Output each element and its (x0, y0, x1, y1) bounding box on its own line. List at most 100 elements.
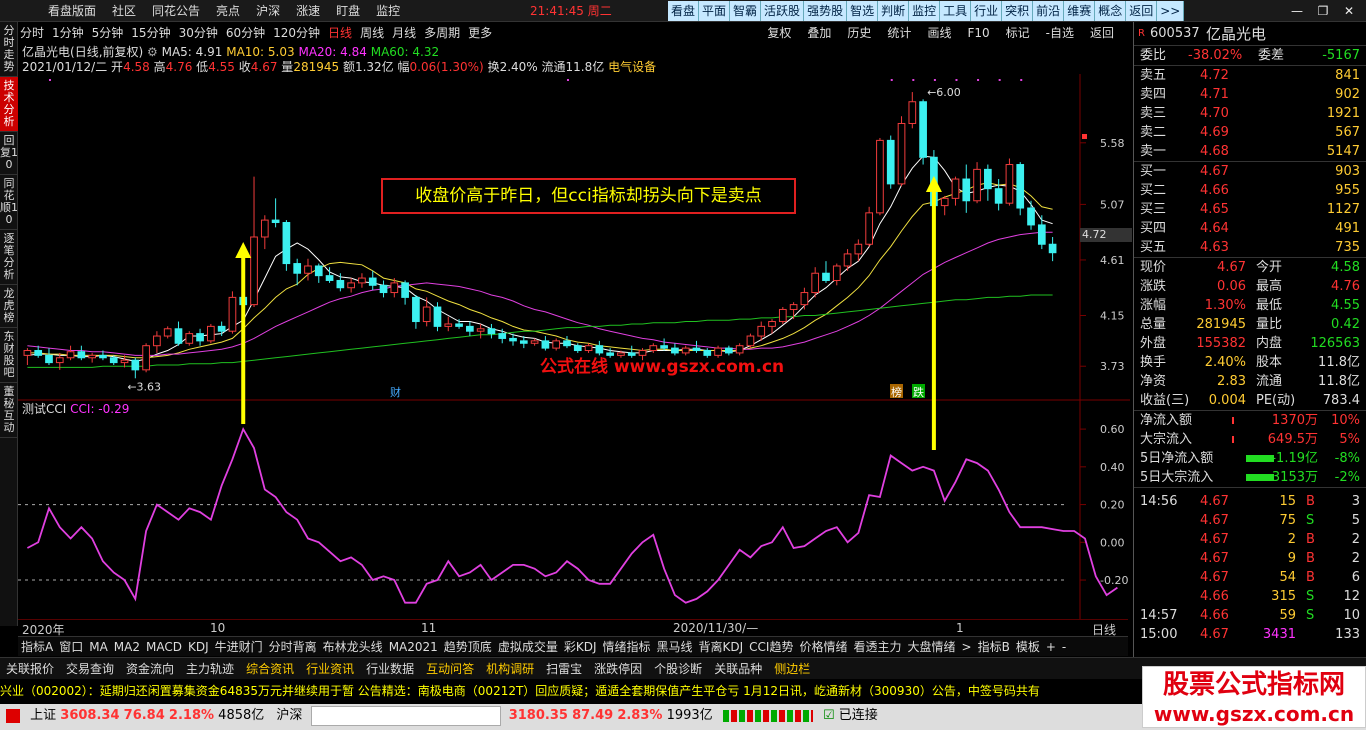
indicator-tab[interactable]: 背离KDJ (699, 640, 744, 654)
indicator-tab[interactable]: 情绪指标 (602, 640, 650, 654)
menu-item[interactable]: 监控 (368, 0, 408, 22)
chart-tool-button[interactable]: 统计 (887, 26, 911, 40)
indicator-tab[interactable]: 大盘情绪 (908, 640, 956, 654)
period-tab[interactable]: 5分钟 (92, 26, 124, 40)
side-tab[interactable]: 逐笔分析 (0, 230, 18, 285)
chart-tool-button[interactable]: 历史 (847, 26, 871, 40)
die-mark[interactable]: 跌 (913, 385, 924, 399)
period-tab[interactable]: 15分钟 (131, 26, 170, 40)
quick-button[interactable]: 智选 (847, 1, 879, 21)
bottom-tab[interactable]: 综合资讯 (240, 662, 300, 676)
period-tab[interactable]: 120分钟 (273, 26, 320, 40)
menu-item[interactable]: 同花公告 (144, 0, 208, 22)
bottom-tab[interactable]: 资金流向 (120, 662, 180, 676)
bottom-tab[interactable]: 个股诊断 (648, 662, 708, 676)
bottom-tab[interactable]: 涨跌停因 (588, 662, 648, 676)
indicator-tab[interactable]: KDJ (188, 640, 209, 654)
bottom-tab[interactable]: 机构调研 (480, 662, 540, 676)
bottom-tab[interactable]: 关联报价 (0, 662, 60, 676)
chart-tool-button[interactable]: 画线 (927, 26, 951, 40)
chart-tool-button[interactable]: -自选 (1046, 26, 1074, 40)
indicator-tab[interactable]: 窗口 (59, 640, 83, 654)
period-tab[interactable]: 60分钟 (226, 26, 265, 40)
indicator-tab[interactable]: > (962, 640, 972, 654)
menu-item[interactable]: 沪深 (248, 0, 288, 22)
menu-item[interactable]: 社区 (104, 0, 144, 22)
menu-item[interactable]: 涨速 (288, 0, 328, 22)
period-tab[interactable]: 30分钟 (179, 26, 218, 40)
period-tab[interactable]: 更多 (468, 26, 492, 40)
side-tab[interactable]: 分时走势 (0, 22, 18, 77)
quick-button[interactable]: >> (1157, 1, 1185, 21)
quick-button[interactable]: 工具 (940, 1, 972, 21)
indicator-tab[interactable]: - (1062, 640, 1066, 654)
bottom-tab[interactable]: 主力轨迹 (180, 662, 240, 676)
menu-item[interactable]: 亮点 (208, 0, 248, 22)
period-tab[interactable]: 月线 (392, 26, 416, 40)
side-tab[interactable]: 龙虎榜 (0, 285, 18, 328)
indicator-tab[interactable]: MA2021 (389, 640, 438, 654)
side-tab[interactable]: 回复10 (0, 132, 18, 175)
quick-button[interactable]: 行业 (971, 1, 1003, 21)
bottom-tab[interactable]: 侧边栏 (768, 662, 816, 676)
indicator-tab[interactable]: 价格情绪 (799, 640, 847, 654)
indicator-tab[interactable]: 彩KDJ (564, 640, 597, 654)
minimize-icon[interactable]: — (1284, 0, 1310, 22)
restore-icon[interactable]: ❐ (1310, 0, 1336, 22)
sector-link[interactable]: 电气设备 (608, 60, 656, 74)
price-mode[interactable]: (日线,前复权) (70, 45, 143, 59)
side-tab[interactable]: 同花顺10 (0, 175, 18, 230)
indicator-tab[interactable]: MACD (146, 640, 182, 654)
quick-button[interactable]: 概念 (1095, 1, 1127, 21)
indicator-tab[interactable]: 指标A (21, 640, 53, 654)
indicator-tab[interactable]: 指标B (978, 640, 1010, 654)
close-icon[interactable]: ✕ (1336, 0, 1362, 22)
chart-tool-button[interactable]: F10 (967, 26, 989, 40)
indicator-tab[interactable]: 看透主力 (854, 640, 902, 654)
indicator-tab[interactable]: CCI趋势 (749, 640, 793, 654)
indicator-tab[interactable]: 分时背离 (269, 640, 317, 654)
menu-item[interactable]: 看盘版面 (40, 0, 104, 22)
bottom-tab[interactable]: 行业数据 (360, 662, 420, 676)
period-tab[interactable]: 周线 (360, 26, 384, 40)
bottom-tab[interactable]: 交易查询 (60, 662, 120, 676)
period-tab[interactable]: 分时 (20, 26, 44, 40)
indicator-tab[interactable]: MA (89, 640, 108, 654)
quick-button[interactable]: 返回 (1126, 1, 1158, 21)
indicator-tab[interactable]: 虚拟成交量 (498, 640, 558, 654)
chart-tool-button[interactable]: 叠加 (807, 26, 831, 40)
chart-tool-button[interactable]: 返回 (1090, 26, 1114, 40)
indicator-tab[interactable]: 模板 (1016, 640, 1040, 654)
bang-mark[interactable]: 榜 (891, 385, 902, 399)
chart-tool-button[interactable]: 复权 (767, 26, 791, 40)
period-tab[interactable]: 多周期 (424, 26, 460, 40)
quick-button[interactable]: 前沿 (1033, 1, 1065, 21)
kline-chart[interactable]: 5.58 5.07 4.61 4.15 3.73 0.60 0.40 0.20 0.00 -0.… (18, 74, 1130, 619)
indicator-tab[interactable]: MA2 (114, 640, 140, 654)
quick-button[interactable]: 平面 (699, 1, 731, 21)
bottom-tab[interactable]: 互动问答 (420, 662, 480, 676)
cai-mark[interactable]: 财 (390, 385, 401, 399)
indicator-tab[interactable]: + (1046, 640, 1056, 654)
side-tab[interactable]: 董秘互动 (0, 383, 18, 438)
quick-button[interactable]: 活跃股 (761, 1, 805, 21)
quick-button[interactable]: 智霸 (730, 1, 762, 21)
ime-toolbar[interactable] (310, 705, 501, 726)
quick-button[interactable]: 判断 (878, 1, 910, 21)
indicator-tab[interactable]: 布林龙头线 (323, 640, 383, 654)
bottom-tab[interactable]: 关联品种 (708, 662, 768, 676)
period-tab[interactable]: 日线 (328, 26, 352, 40)
quick-button[interactable]: 强势股 (804, 1, 848, 21)
settings-icon[interactable]: ⚙ (147, 45, 162, 59)
chart-tool-button[interactable]: 标记 (1006, 26, 1030, 40)
indicator-tab[interactable]: 牛进财门 (215, 640, 263, 654)
quick-button[interactable]: 突积 (1002, 1, 1034, 21)
period-tab[interactable]: 1分钟 (52, 26, 84, 40)
menu-item[interactable]: 盯盘 (328, 0, 368, 22)
side-tab[interactable]: 东财股吧 (0, 328, 18, 383)
quick-button[interactable]: 监控 (909, 1, 941, 21)
bottom-tab[interactable]: 行业资讯 (300, 662, 360, 676)
indicator-tab[interactable]: 趋势顶底 (444, 640, 492, 654)
quick-button[interactable]: 看盘 (668, 1, 700, 21)
bottom-tab[interactable]: 扫雷宝 (540, 662, 588, 676)
